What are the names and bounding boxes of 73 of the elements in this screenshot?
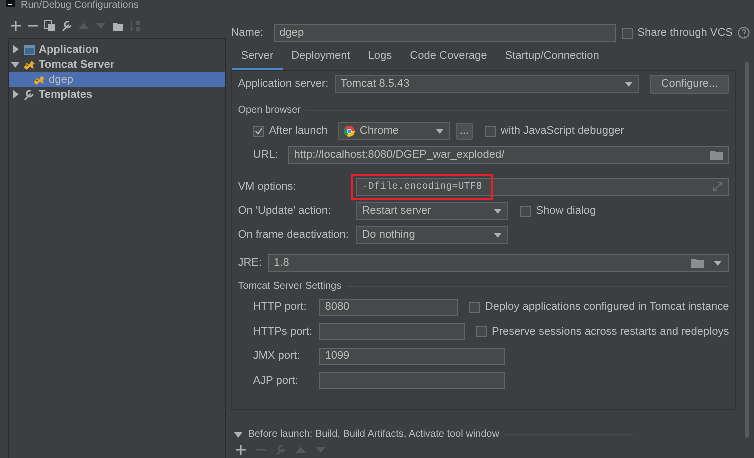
plus-icon[interactable] <box>10 20 22 32</box>
browser-dropdown[interactable]: Chrome <box>338 122 450 140</box>
port-field[interactable]: 1099 <box>319 348 506 365</box>
browser-icon <box>344 126 355 136</box>
checkbox[interactable] <box>622 28 633 38</box>
expand-arrow-icon[interactable] <box>11 90 20 99</box>
section-title: Tomcat Server Settings <box>238 280 342 292</box>
window-icon <box>23 44 36 56</box>
field-label: JMX port: <box>253 350 302 362</box>
tab[interactable]: Startup/Connection <box>496 44 608 70</box>
field-label: HTTPs port: <box>253 326 314 338</box>
tab[interactable]: Server <box>232 44 283 70</box>
checkbox-label: Show dialog <box>536 205 596 217</box>
field-label: On frame deactivation: <box>238 229 350 241</box>
window-title: Run/Debug Configurations <box>21 0 139 12</box>
checkbox-label: Preserve sessions across restarts and redeploys <box>492 326 730 338</box>
tab[interactable]: Deployment <box>282 44 360 70</box>
checkbox-label: Share through VCS <box>638 27 733 39</box>
caret-icon <box>436 128 444 134</box>
caret-icon <box>714 260 722 266</box>
caret-icon <box>494 232 502 238</box>
configure-button[interactable]: Configure... <box>650 74 730 94</box>
tree-item[interactable]: dgep <box>9 72 226 87</box>
checkbox[interactable] <box>253 126 264 136</box>
checkbox-label: Deploy applications configured in Tomcat instance <box>485 301 730 314</box>
caret-icon <box>494 208 502 214</box>
checkbox-label: with JavaScript debugger <box>500 125 624 137</box>
app-logo-icon <box>6 0 15 7</box>
collapse-arrow-icon[interactable] <box>234 430 244 438</box>
vm-options-field[interactable]: -Dfile.encoding=UTF8 <box>356 178 730 196</box>
checkbox[interactable] <box>476 326 487 338</box>
wrench-icon <box>23 88 36 100</box>
plus-icon[interactable] <box>235 444 248 456</box>
name-field[interactable]: dgep <box>274 24 616 42</box>
field-label: Application server: <box>238 78 329 90</box>
field-label: AJP port: <box>253 374 300 387</box>
tree-item[interactable]: Tomcat Server <box>9 57 226 72</box>
more-button[interactable]: ... <box>456 122 473 140</box>
port-field[interactable] <box>319 323 465 340</box>
tree-item[interactable]: Application <box>9 42 226 57</box>
field-label: HTTP port: <box>253 301 308 314</box>
section-title: Open browser <box>238 104 302 116</box>
tab[interactable]: Code Coverage <box>401 44 496 70</box>
folder-icon[interactable] <box>112 20 124 32</box>
checkbox[interactable] <box>469 302 480 313</box>
url-field[interactable]: http://localhost:8080/DGEP_war_exploded/ <box>288 146 730 164</box>
copy-icon[interactable] <box>44 20 56 32</box>
jre-field[interactable]: 1.8 <box>268 254 730 272</box>
dropdown[interactable]: Restart server <box>356 202 508 220</box>
wrench-icon[interactable] <box>61 20 73 32</box>
folder-icon[interactable] <box>710 150 724 160</box>
expand-arrow-icon[interactable] <box>11 45 20 54</box>
field-label: On 'Update' action: <box>238 205 332 217</box>
field-label: JRE: <box>238 257 262 269</box>
port-field[interactable] <box>319 372 506 390</box>
section-title: Before launch: Build, Build Artifacts, Activate tool window <box>248 428 500 440</box>
help-icon[interactable] <box>738 27 750 39</box>
tree-item[interactable]: Templates <box>9 87 226 102</box>
field-label: Name: <box>231 27 264 39</box>
caret-icon <box>625 82 634 86</box>
checkbox[interactable] <box>520 206 532 216</box>
field-label: VM options: <box>238 181 298 193</box>
expand-icon[interactable] <box>713 182 724 192</box>
dropdown[interactable]: Do nothing <box>356 226 508 244</box>
collapse-arrow-icon[interactable] <box>11 60 20 69</box>
checkbox-label: After launch <box>269 125 328 137</box>
dropdown[interactable]: Tomcat 8.5.43 <box>334 75 640 93</box>
port-field[interactable]: 8080 <box>319 298 458 316</box>
checkbox[interactable] <box>484 126 496 136</box>
folder-icon[interactable] <box>691 258 704 268</box>
check-icon <box>254 128 263 134</box>
tab[interactable]: Logs <box>359 44 402 70</box>
field-label: URL: <box>253 149 278 161</box>
